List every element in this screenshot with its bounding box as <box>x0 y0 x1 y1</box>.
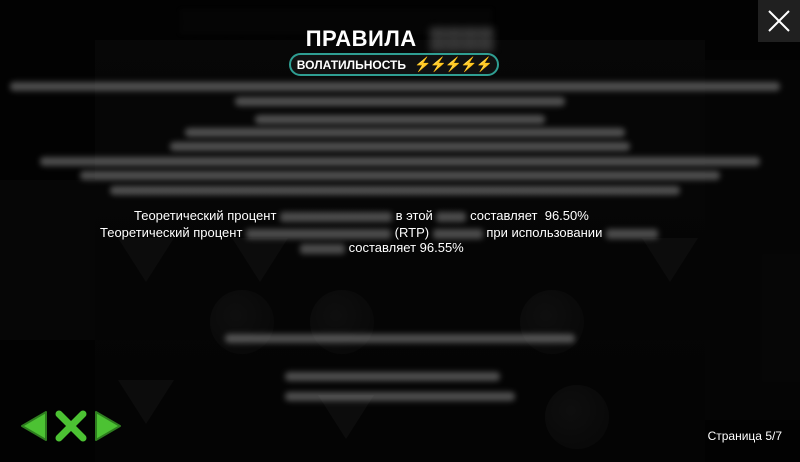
arrow-right-icon <box>95 411 121 441</box>
volatility-label: ВОЛАТИЛЬНОСТЬ <box>296 57 407 72</box>
close-icon <box>768 10 790 32</box>
rtp-line-3-text: составляет 96.55% <box>348 240 464 255</box>
rtp-line-1-value: 96.50% <box>544 208 589 223</box>
arrow-left-icon <box>21 411 47 441</box>
rtp-line-2-mid: (RTP) <box>394 225 430 240</box>
rtp-line-1-prefix: Теоретический процент <box>134 208 277 223</box>
rules-title-text: ПРАВИЛА <box>305 26 417 51</box>
blurred-word <box>432 228 483 239</box>
blurred-word <box>436 211 467 222</box>
blurred-word <box>280 211 393 222</box>
volatility-badge: ВОЛАТИЛЬНОСТЬ ⚡⚡⚡⚡⚡ <box>289 53 499 76</box>
blurred-word <box>605 228 658 239</box>
rules-navigation <box>18 409 124 448</box>
blurred-word <box>246 228 392 239</box>
rtp-line-2: Теоретический процент (RTP) при использо… <box>100 225 658 240</box>
next-page-button[interactable] <box>94 410 124 447</box>
lightning-bolt-icon: ⚡⚡⚡⚡⚡ <box>414 56 493 72</box>
rules-title: ПРАВИЛА ▒▒▒▒ <box>0 26 800 52</box>
rtp-line-2-prefix: Теоретический процент <box>100 225 243 240</box>
rtp-line-2-suffix: при использовании <box>486 225 603 240</box>
page-indicator: Страница 5/7 <box>707 429 782 443</box>
rtp-line-1-suffix: составляет <box>470 208 538 223</box>
x-icon <box>55 410 87 442</box>
previous-page-button[interactable] <box>18 410 48 447</box>
rtp-line-1: Теоретический процент в этой составляет … <box>134 208 589 223</box>
blurred-word <box>300 243 345 254</box>
blurred-title-word: ▒▒▒▒ <box>423 26 495 51</box>
rtp-line-1-mid: в этой <box>395 208 433 223</box>
close-button[interactable] <box>758 0 800 42</box>
rtp-line-3: составляет 96.55% <box>300 240 464 255</box>
exit-rules-button[interactable] <box>54 409 88 448</box>
